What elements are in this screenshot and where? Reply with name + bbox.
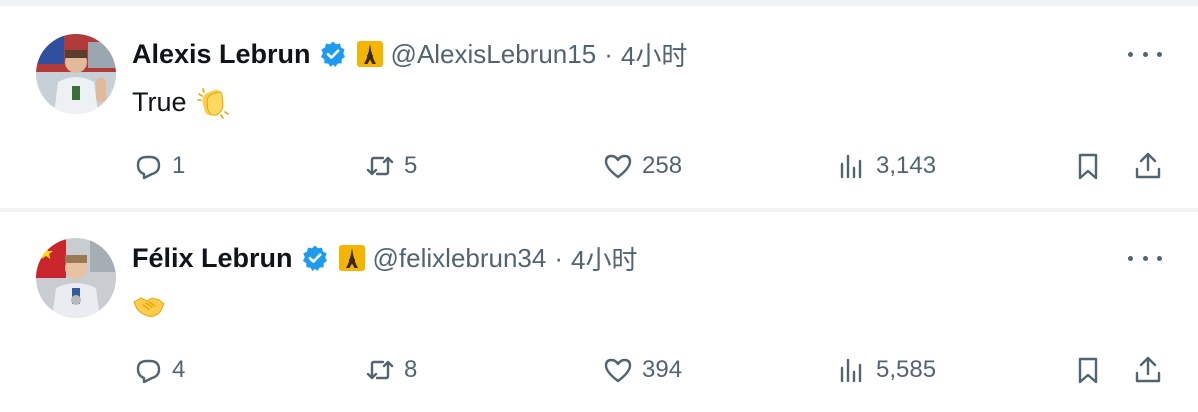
timestamp[interactable]: 4小时 — [571, 240, 637, 277]
tweet[interactable]: Félix Lebrun @felixlebrun34 · 4小时 4 8 39… — [0, 212, 1198, 412]
reply-count: 1 — [172, 152, 186, 179]
more-icon[interactable] — [1128, 44, 1162, 64]
display-name[interactable]: Félix Lebrun — [132, 243, 293, 274]
share-button[interactable] — [1132, 148, 1164, 184]
reply-button[interactable]: 4 — [132, 352, 185, 388]
verified-badge-icon — [301, 244, 329, 272]
like-count: 394 — [642, 356, 683, 383]
bookmark-icon — [1078, 357, 1098, 384]
verified-badge-icon — [319, 40, 347, 68]
like-icon — [604, 154, 632, 179]
action-bar: 1 5 258 3,143 — [0, 148, 1198, 184]
top-divider — [0, 0, 1198, 6]
like-icon — [604, 358, 632, 383]
tweet-text: True — [132, 82, 231, 122]
reply-count: 4 — [172, 356, 186, 383]
clapping-hands-icon — [195, 84, 231, 120]
timestamp[interactable]: 4小时 — [621, 36, 687, 73]
tweet-header: Alexis Lebrun @AlexisLebrun15 · 4小时 — [132, 36, 687, 72]
bookmark-button[interactable] — [1072, 148, 1104, 184]
tweet-text — [132, 286, 166, 326]
share-icon — [1135, 356, 1161, 383]
like-button[interactable]: 258 — [602, 148, 682, 184]
tweet-header: Félix Lebrun @felixlebrun34 · 4小时 — [132, 240, 638, 276]
more-icon[interactable] — [1128, 248, 1162, 268]
eiffel-tower-badge-icon — [356, 41, 383, 67]
share-button[interactable] — [1132, 352, 1164, 388]
views-icon — [840, 358, 862, 383]
share-icon — [1135, 152, 1161, 179]
eiffel-tower-badge-icon — [338, 245, 365, 271]
bookmark-icon — [1078, 153, 1098, 180]
separator-dot: · — [604, 38, 613, 69]
retweet-icon — [366, 360, 394, 380]
views-count: 5,585 — [876, 356, 937, 383]
user-handle[interactable]: @felixlebrun34 — [373, 243, 547, 274]
retweet-button[interactable]: 8 — [364, 352, 417, 388]
reply-icon — [136, 359, 161, 384]
views-button[interactable]: 5,585 — [836, 352, 936, 388]
tweet-text-content: True — [132, 86, 187, 117]
retweet-icon — [366, 156, 394, 176]
like-button[interactable]: 394 — [602, 352, 682, 388]
views-count: 3,143 — [876, 152, 937, 179]
tweet-feed: Alexis Lebrun @AlexisLebrun15 · 4小时 True — [0, 0, 1198, 412]
reply-icon — [136, 155, 161, 180]
tweet[interactable]: Alexis Lebrun @AlexisLebrun15 · 4小时 True — [0, 8, 1198, 208]
reply-button[interactable]: 1 — [132, 148, 185, 184]
retweet-button[interactable]: 5 — [364, 148, 417, 184]
retweet-count: 8 — [404, 356, 418, 383]
like-count: 258 — [642, 152, 683, 179]
views-icon — [840, 154, 862, 179]
handshake-icon — [132, 292, 166, 320]
display-name[interactable]: Alexis Lebrun — [132, 39, 311, 70]
avatar[interactable] — [36, 238, 116, 318]
user-handle[interactable]: @AlexisLebrun15 — [391, 39, 597, 70]
retweet-count: 5 — [404, 152, 418, 179]
action-bar: 4 8 394 5,585 — [0, 352, 1198, 388]
avatar[interactable] — [36, 34, 116, 114]
views-button[interactable]: 3,143 — [836, 148, 936, 184]
separator-dot: · — [554, 242, 564, 273]
bookmark-button[interactable] — [1072, 352, 1104, 388]
